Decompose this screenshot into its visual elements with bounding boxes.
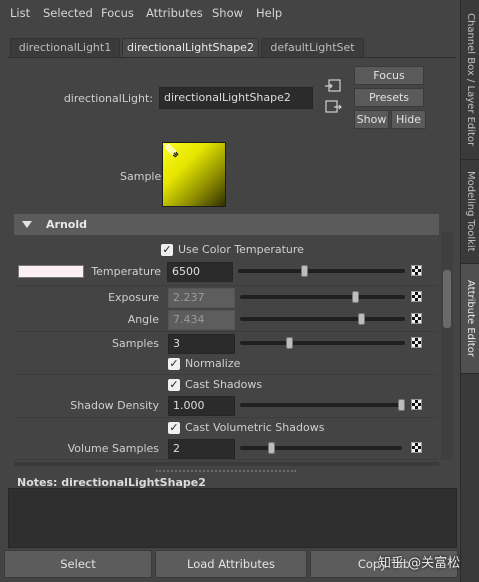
row-separator xyxy=(15,417,438,418)
temperature-slider-handle[interactable] xyxy=(300,265,308,277)
output-connection-icon[interactable] xyxy=(325,100,342,114)
volume-samples-label: Volume Samples xyxy=(67,442,159,455)
attribute-scrollbar[interactable] xyxy=(441,232,453,460)
tab-modeling-toolkit[interactable]: Modeling Toolkit xyxy=(461,160,479,264)
samples-map-button-icon[interactable] xyxy=(411,337,422,348)
menu-focus[interactable]: Focus xyxy=(101,6,134,20)
collapse-triangle-icon[interactable] xyxy=(22,221,32,228)
shadow-density-field[interactable]: 1.000 xyxy=(168,396,235,416)
samples-slider-handle[interactable] xyxy=(285,337,293,349)
directional-light-icon xyxy=(163,142,179,158)
sample-label: Sample xyxy=(120,170,162,183)
node-label: directionalLight: xyxy=(63,92,153,105)
temperature-field[interactable]: 6500 xyxy=(167,262,233,282)
load-attributes-button[interactable]: Load Attributes xyxy=(155,550,307,578)
cast-shadows-label: Cast Shadows xyxy=(185,378,263,391)
exposure-map-button-icon[interactable] xyxy=(411,291,422,302)
input-connection-icon[interactable] xyxy=(325,79,342,93)
menu-bar: List Selected Focus Attributes Show Help xyxy=(0,0,460,26)
normalize-label: Normalize xyxy=(185,357,241,370)
row-separator xyxy=(15,374,438,375)
angle-map-button-icon[interactable] xyxy=(411,313,422,324)
menu-list[interactable]: List xyxy=(10,6,30,20)
tab-directionallightshape2[interactable]: directionalLightShape2 xyxy=(122,38,259,57)
presets-button[interactable]: Presets xyxy=(354,88,424,107)
hide-button[interactable]: Hide xyxy=(391,110,426,129)
menu-selected[interactable]: Selected xyxy=(43,6,93,20)
row-separator xyxy=(15,285,438,286)
shadow-density-slider-handle[interactable] xyxy=(398,399,405,411)
samples-slider-track[interactable] xyxy=(240,341,405,345)
tab-divider xyxy=(8,57,456,58)
side-tab-strip: Channel Box / Layer Editor Modeling Tool… xyxy=(460,0,479,582)
menu-show[interactable]: Show xyxy=(212,6,243,20)
tab-directionallight1[interactable]: directionalLight1 xyxy=(10,38,120,57)
exposure-label: Exposure xyxy=(108,291,159,304)
cast-shadows-checkbox[interactable]: ✓ xyxy=(168,379,180,391)
normalize-checkbox[interactable]: ✓ xyxy=(168,358,180,370)
shadow-density-label: Shadow Density xyxy=(70,399,159,412)
volume-samples-slider-handle[interactable] xyxy=(268,442,276,454)
angle-field[interactable]: 7.434 xyxy=(168,310,235,330)
temperature-label: Temperature xyxy=(91,265,161,278)
exposure-slider-track[interactable] xyxy=(240,295,405,299)
splitter-handle[interactable] xyxy=(156,470,296,472)
watermark: 知乎 @关富松 xyxy=(378,556,461,571)
volume-samples-field[interactable]: 2 xyxy=(168,439,235,459)
menu-attributes[interactable]: Attributes xyxy=(146,6,203,20)
shadow-density-slider-track[interactable] xyxy=(240,403,402,407)
use-color-temperature-checkbox[interactable]: ✓ xyxy=(161,244,173,256)
angle-label: Angle xyxy=(127,313,159,326)
row-separator xyxy=(15,331,438,332)
temperature-slider-track[interactable] xyxy=(238,269,405,273)
tab-channel-box-layer-editor[interactable]: Channel Box / Layer Editor xyxy=(461,0,479,160)
node-name-field[interactable]: directionalLightShape2 xyxy=(159,87,313,109)
select-button[interactable]: Select xyxy=(4,550,152,578)
shadow-density-map-button-icon[interactable] xyxy=(411,399,422,410)
row-separator xyxy=(15,459,438,460)
panel-bottom-edge xyxy=(14,462,439,466)
scrollbar-thumb[interactable] xyxy=(443,270,451,328)
use-color-temperature-label: Use Color Temperature xyxy=(178,243,304,256)
samples-label: Samples xyxy=(112,337,159,350)
tab-attribute-editor[interactable]: Attribute Editor xyxy=(461,264,479,374)
tab-defaultlightset[interactable]: defaultLightSet xyxy=(261,38,364,57)
angle-slider-track[interactable] xyxy=(240,317,405,321)
volume-samples-map-button-icon[interactable] xyxy=(411,442,422,453)
angle-slider-handle[interactable] xyxy=(358,313,366,325)
temperature-map-button-icon[interactable] xyxy=(411,265,422,276)
exposure-slider-handle[interactable] xyxy=(351,291,359,303)
cast-volumetric-shadows-label: Cast Volumetric Shadows xyxy=(185,421,325,434)
cast-volumetric-shadows-checkbox[interactable]: ✓ xyxy=(168,422,180,434)
volume-samples-slider-track[interactable] xyxy=(240,446,402,450)
exposure-field[interactable]: 2.237 xyxy=(168,288,235,308)
samples-field[interactable]: 3 xyxy=(168,334,235,354)
arnold-section-header[interactable]: Arnold xyxy=(14,214,439,235)
section-title: Arnold xyxy=(46,218,87,231)
show-button[interactable]: Show xyxy=(354,110,389,129)
notes-textarea[interactable] xyxy=(8,488,457,548)
focus-button[interactable]: Focus xyxy=(354,66,424,85)
menu-help[interactable]: Help xyxy=(256,6,282,20)
